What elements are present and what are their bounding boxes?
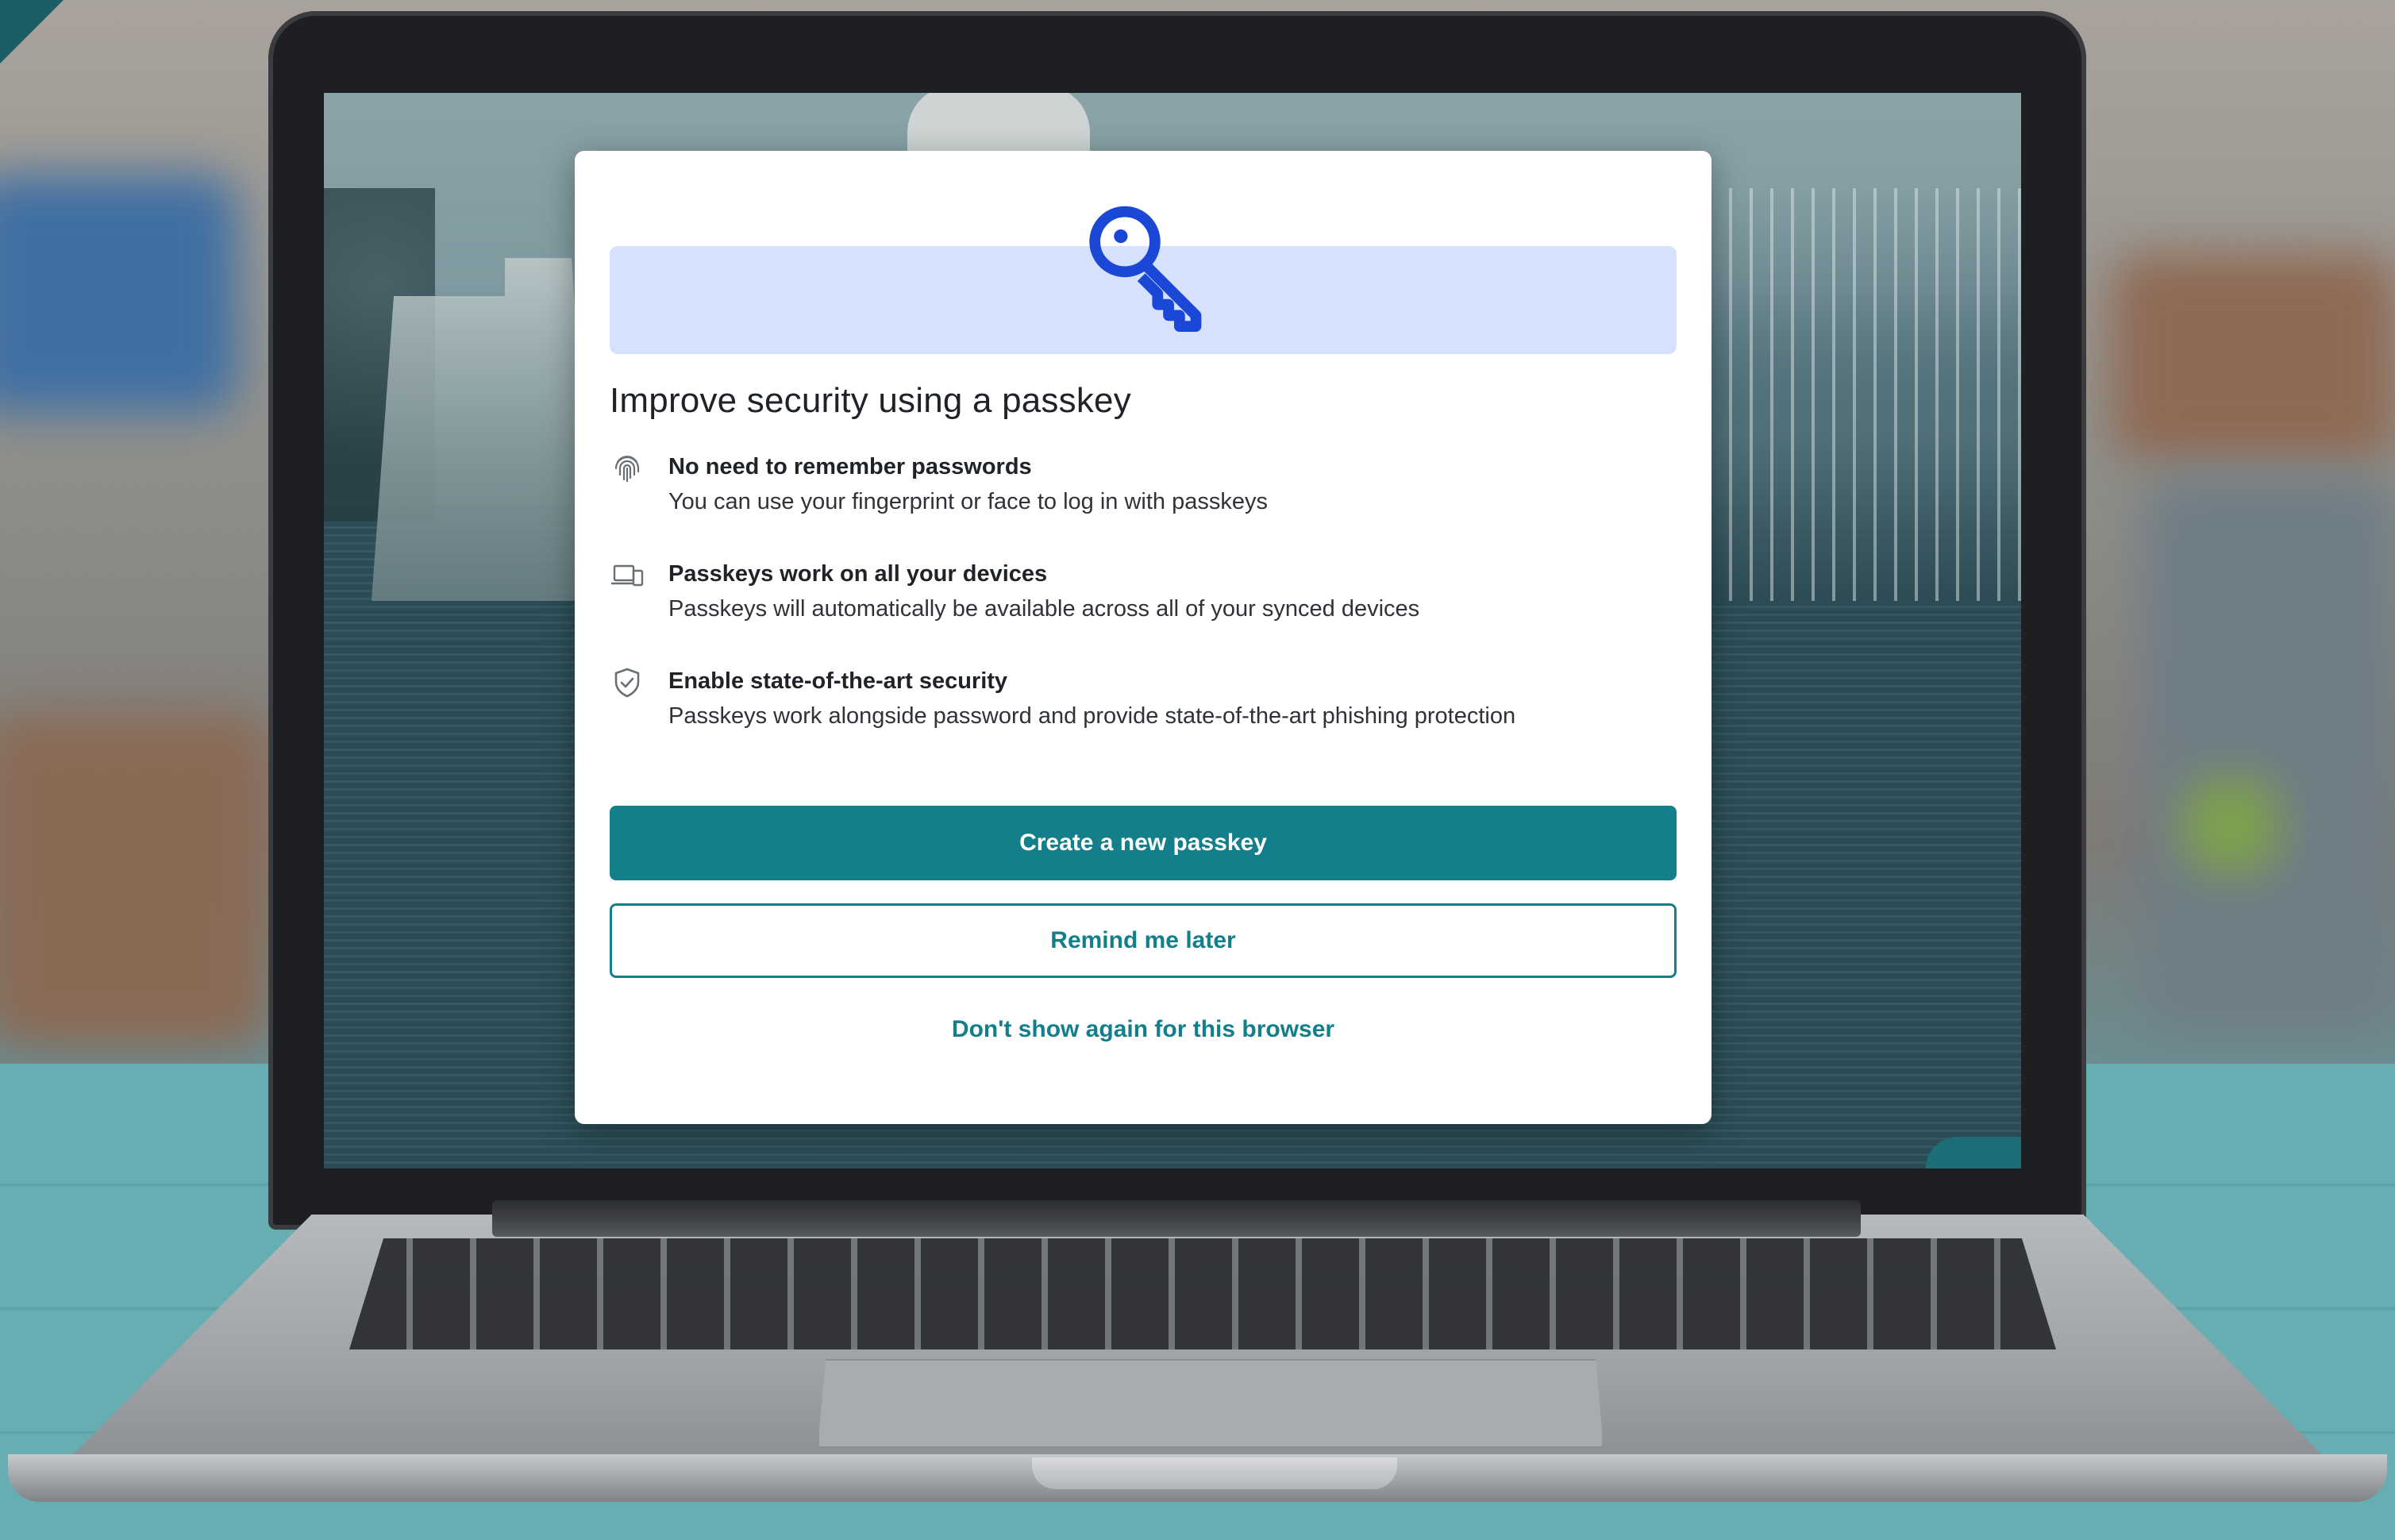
background-blur-left [0,175,238,413]
laptop-keyboard [349,1238,2056,1349]
laptop-trackpad [818,1359,1604,1448]
feature-description: Passkeys work alongside password and pro… [668,703,1516,729]
background-blur-right [2112,254,2395,460]
fishing-boats [1688,188,2021,601]
shield-check-icon [614,668,640,698]
create-passkey-button[interactable]: Create a new passkey [610,806,1677,880]
corner-accent [0,0,64,64]
remind-later-button[interactable]: Remind me later [610,903,1677,978]
fingerprint-icon [614,456,640,483]
feature-item: No need to remember passwords You can us… [610,451,1677,530]
devices-icon [611,564,644,587]
corner-widget [1926,1137,2021,1168]
dont-show-again-link[interactable]: Don't show again for this browser [610,1016,1677,1043]
key-icon [1089,206,1202,332]
laptop-hinge [492,1200,1861,1237]
dialog-title: Improve security using a passkey [610,381,1131,420]
background-blur-right-lower [2143,476,2395,1032]
feature-description: Passkeys will automatically be available… [668,596,1420,622]
laptop-notch [1032,1457,1397,1489]
feature-title: No need to remember passwords [668,454,1032,479]
feature-item: Passkeys work on all your devices Passke… [610,558,1677,637]
passkey-dialog: Improve security using a passkey No need… [575,151,1712,1124]
feature-item: Enable state-of-the-art security Passkey… [610,665,1677,745]
background-blur-plant [2183,778,2278,873]
feature-title: Enable state-of-the-art security [668,668,1008,694]
laptop-screen: Improve security using a passkey No need… [324,93,2021,1168]
feature-description: You can use your fingerprint or face to … [668,489,1268,514]
lighthouse-top [907,93,1090,156]
background-blur-left-lower [0,714,270,1048]
feature-title: Passkeys work on all your devices [668,561,1048,587]
